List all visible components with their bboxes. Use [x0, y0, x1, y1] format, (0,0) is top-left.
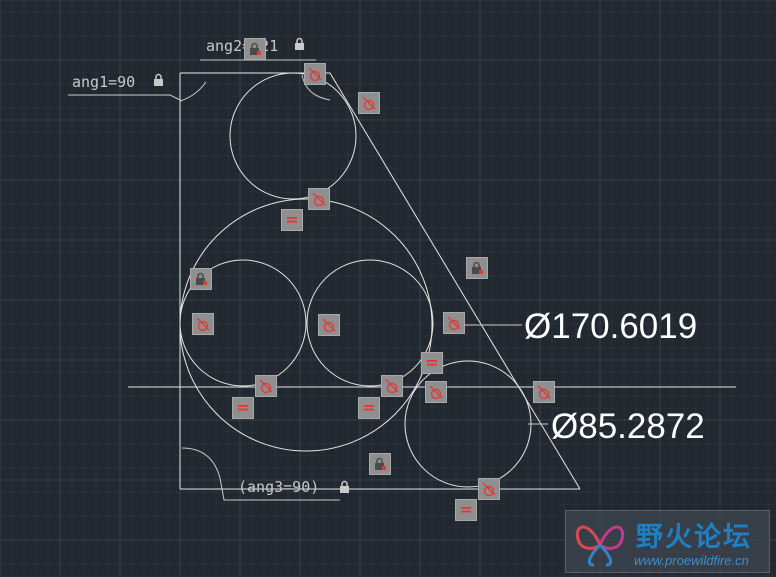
tangent-constraint-icon[interactable]	[308, 188, 330, 210]
tangent-constraint-icon[interactable]	[478, 478, 500, 500]
watermark-title: 野火论坛	[636, 522, 752, 553]
sketch-circles	[179, 72, 532, 488]
tangent-constraint-icon[interactable]	[358, 92, 380, 114]
butterfly-logo-icon	[575, 525, 625, 567]
tangent-constraint-icon[interactable]	[443, 312, 465, 334]
tangent-constraint-icon[interactable]	[381, 375, 403, 397]
dimension-graphics	[68, 59, 548, 501]
equal-constraint-icon[interactable]: =	[358, 397, 380, 419]
equal-constraint-icon[interactable]: =	[232, 397, 254, 419]
slanted-edge[interactable]	[329, 72, 581, 490]
tangent-constraint-icon[interactable]	[255, 375, 277, 397]
lock-icon	[154, 73, 163, 86]
tangent-constraint-icon[interactable]	[425, 381, 447, 403]
ang3-dimension[interactable]: (ang3=90)	[238, 478, 319, 496]
drawing-canvas[interactable]: ang1=90 ang2=121 (ang3=90) Ø170.6019 Ø85…	[0, 0, 776, 577]
equal-constraint-icon[interactable]: =	[455, 499, 477, 521]
ang1-dimension[interactable]: ang1=90	[72, 73, 135, 91]
diameter-small-dimension[interactable]: Ø85.2872	[551, 407, 705, 446]
tangent-constraint-icon[interactable]	[192, 313, 214, 335]
forum-watermark: 野火论坛 www.proewildfire.cn	[565, 510, 770, 573]
lock-icon	[340, 480, 349, 493]
tangent-constraint-icon[interactable]	[533, 381, 555, 403]
sketch-viewport[interactable]: ang1=90 ang2=121 (ang3=90) Ø170.6019 Ø85…	[0, 0, 776, 577]
diameter-large-dimension[interactable]: Ø170.6019	[524, 307, 697, 346]
tangent-constraint-icon[interactable]	[304, 63, 326, 85]
lock-icon[interactable]	[244, 38, 266, 60]
equal-constraint-icon[interactable]: =	[421, 352, 443, 374]
watermark-url: www.proewildfire.cn	[634, 553, 749, 568]
equal-constraint-icon[interactable]: =	[281, 209, 303, 231]
lock-icon[interactable]	[369, 453, 391, 475]
lock-icon[interactable]	[466, 257, 488, 279]
lock-icon[interactable]	[190, 268, 212, 290]
tangent-constraint-icon[interactable]	[318, 314, 340, 336]
ang2-dimension[interactable]: ang2=121	[206, 37, 278, 55]
